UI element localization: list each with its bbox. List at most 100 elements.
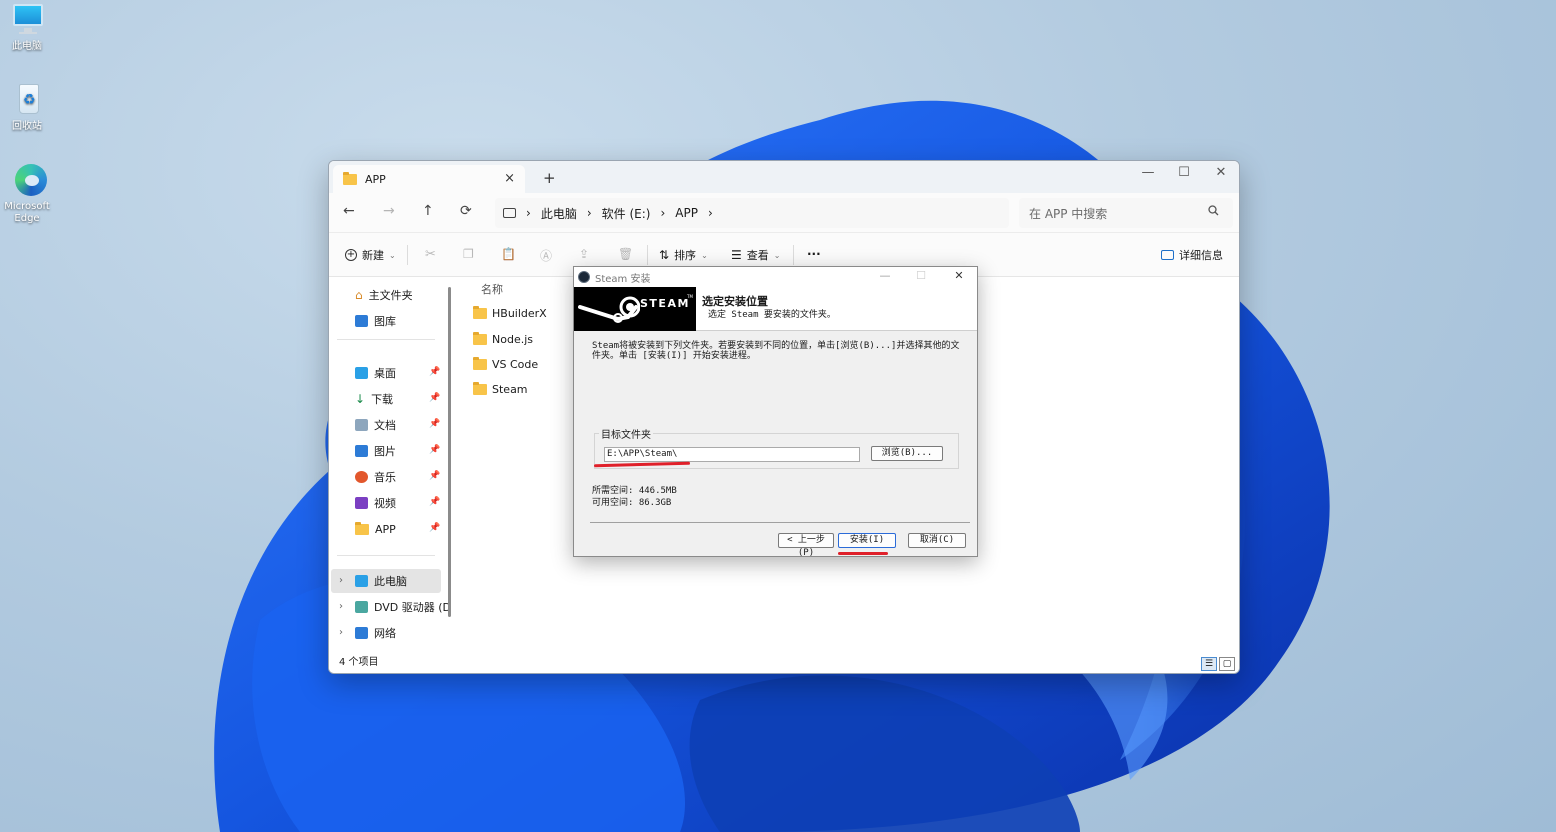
sidebar-item-documents[interactable]: 文档 <box>355 415 396 435</box>
dialog-header: STEAM TM 选定安装位置 选定 Steam 要安装的文件夹。 <box>574 287 977 331</box>
desktop-icon-recycle-bin[interactable]: ♻ 回收站 <box>0 82 54 133</box>
desktop-icon-label: 此电脑 <box>12 41 42 52</box>
chevron-down-icon: ⌄ <box>701 250 708 260</box>
folder-icon <box>473 332 487 345</box>
minimize-button[interactable]: — <box>1133 165 1163 180</box>
maximize-button[interactable]: ☐ <box>1169 165 1199 180</box>
sort-button[interactable]: ⇅ 排序 ⌄ <box>659 247 708 263</box>
new-label: 新建 <box>362 249 384 262</box>
back-button[interactable]: ← <box>343 203 355 219</box>
sidebar-item-app[interactable]: APP <box>355 519 396 539</box>
new-tab-button[interactable]: + <box>543 169 556 187</box>
videos-icon <box>355 497 368 509</box>
desktop-icon-this-pc[interactable]: 此电脑 <box>0 2 54 53</box>
install-button[interactable]: 安装(I) <box>838 533 896 548</box>
sidebar-item-label: DVD 驱动器 (D <box>374 601 452 614</box>
close-button[interactable]: ✕ <box>948 269 970 282</box>
sidebar-item-label: APP <box>375 522 396 536</box>
minimize-button[interactable]: — <box>874 269 896 282</box>
navigation-bar: ← → ↑ ⟳ › 此电脑 › 软件 (E:) › APP › 在 APP 中搜… <box>329 193 1239 233</box>
destination-path-input[interactable]: E:\APP\Steam\ <box>604 447 860 462</box>
address-bar[interactable]: › 此电脑 › 软件 (E:) › APP › <box>495 198 1009 228</box>
tab-app[interactable]: APP × <box>333 165 525 193</box>
back-button[interactable]: < 上一步(P) <box>778 533 834 558</box>
browse-button[interactable]: 浏览(B)... <box>871 446 943 461</box>
breadcrumb-separator: › <box>526 206 531 220</box>
red-annotation-underline <box>838 552 888 555</box>
refresh-button[interactable]: ⟳ <box>460 203 472 219</box>
dialog-title: Steam 安装 <box>595 273 651 285</box>
sidebar-item-network[interactable]: 网络 <box>355 623 396 643</box>
sidebar-item-this-pc[interactable]: 此电脑 <box>355 571 407 591</box>
search-icon <box>1208 205 1219 219</box>
sidebar-item-music[interactable]: 音乐 <box>355 467 396 487</box>
pin-icon: 📌 <box>429 367 441 377</box>
chevron-right-icon[interactable]: › <box>339 601 343 612</box>
breadcrumb-this-pc[interactable]: 此电脑 <box>541 205 577 222</box>
sidebar-item-pictures[interactable]: 图片 <box>355 441 396 461</box>
pin-icon: 📌 <box>429 393 441 403</box>
description-text: Steam将被安装到下列文件夹。若要安装到不同的位置，单击[浏览(B)...]并… <box>592 341 960 361</box>
sidebar-scrollbar[interactable] <box>448 287 451 617</box>
cancel-button[interactable]: 取消(C) <box>908 533 966 548</box>
file-name: Node.js <box>492 333 533 346</box>
view-button[interactable]: ☰ 查看 ⌄ <box>731 247 780 263</box>
pictures-icon <box>355 445 368 457</box>
steam-logo-text: STEAM <box>640 297 690 310</box>
sidebar-item-gallery[interactable]: 图库 <box>355 311 396 331</box>
close-button[interactable]: ✕ <box>1206 165 1236 180</box>
header-subtitle: 选定 Steam 要安装的文件夹。 <box>708 310 836 320</box>
tab-close-button[interactable]: × <box>504 171 515 186</box>
search-input[interactable]: 在 APP 中搜索 <box>1019 198 1233 228</box>
chevron-down-icon: ⌄ <box>773 250 781 260</box>
toolbar-divider <box>793 245 794 265</box>
copy-icon[interactable]: ❐ <box>463 247 474 261</box>
more-button[interactable]: ··· <box>807 247 821 261</box>
view-label: 查看 <box>746 249 769 262</box>
up-button[interactable]: ↑ <box>422 203 434 219</box>
sidebar-item-label: 音乐 <box>374 471 396 484</box>
chevron-right-icon[interactable]: › <box>339 627 343 638</box>
details-button[interactable]: 详细信息 <box>1161 247 1223 263</box>
column-header-name[interactable]: 名称 <box>481 281 503 297</box>
sidebar-item-dvd[interactable]: DVD 驱动器 (D <box>355 597 451 617</box>
breadcrumb-drive-e[interactable]: 软件 (E:) <box>602 205 651 222</box>
sidebar-item-videos[interactable]: 视频 <box>355 493 396 513</box>
list-item[interactable]: HBuilderX <box>473 306 547 320</box>
desktop-icon-edge[interactable]: Microsoft Edge <box>0 162 54 225</box>
forward-button[interactable]: → <box>383 203 395 219</box>
sidebar-item-desktop[interactable]: 桌面 <box>355 363 396 383</box>
dvd-drive-icon <box>355 601 368 613</box>
rename-icon[interactable]: Ⓐ <box>540 247 552 264</box>
sidebar-item-home[interactable]: ⌂ 主文件夹 <box>355 285 413 305</box>
sidebar-item-label: 视频 <box>374 497 396 510</box>
details-view-icon[interactable]: ☰ <box>1201 657 1217 671</box>
space-available: 可用空间: 86.3GB <box>592 498 672 508</box>
sidebar-item-label: 桌面 <box>374 367 396 380</box>
pin-icon: 📌 <box>429 419 441 429</box>
maximize-button[interactable]: ☐ <box>910 269 932 282</box>
folder-icon <box>473 357 487 370</box>
sidebar-item-label: 文档 <box>374 419 396 432</box>
list-item[interactable]: VS Code <box>473 357 539 371</box>
list-item[interactable]: Steam <box>473 382 528 396</box>
list-item[interactable]: Node.js <box>473 332 533 346</box>
breadcrumb-separator: › <box>660 206 666 220</box>
share-icon[interactable]: ⇪ <box>579 247 589 261</box>
new-button[interactable]: + 新建 ⌄ <box>345 247 396 263</box>
steam-installer-dialog: Steam 安装 — ☐ ✕ STEAM TM 选定安装位置 选定 Steam … <box>573 266 978 558</box>
music-icon <box>355 471 368 483</box>
tiles-view-icon[interactable]: ▢ <box>1219 657 1235 671</box>
delete-icon[interactable]: 🗑 <box>618 247 633 261</box>
cut-icon[interactable]: ✂ <box>425 247 436 262</box>
file-name: VS Code <box>492 358 539 371</box>
sidebar-item-downloads[interactable]: ↓ 下载 <box>355 389 393 409</box>
computer-icon <box>503 208 516 218</box>
paste-icon[interactable]: 📋 <box>501 247 516 261</box>
chevron-right-icon[interactable]: › <box>339 575 343 586</box>
file-name: Steam <box>492 383 528 396</box>
sidebar-divider <box>337 555 435 556</box>
dialog-divider <box>590 522 970 523</box>
breadcrumb-app[interactable]: APP <box>675 206 698 220</box>
monitor-icon <box>9 2 45 38</box>
